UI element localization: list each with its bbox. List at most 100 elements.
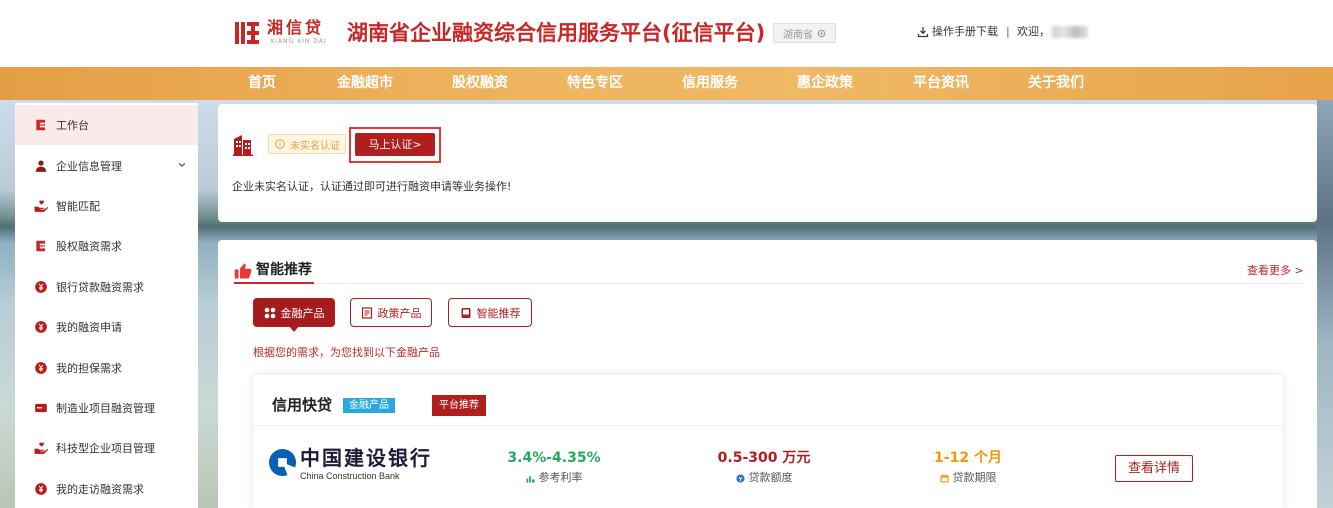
verification-card: 未实名认证 马上认证> 企业未实名认证，认证通过即可进行融资申请等业务操作! — [218, 104, 1317, 222]
metric-label-row: 参考利率 — [484, 471, 624, 485]
amount-icon — [735, 473, 745, 483]
site-title: 湖南省企业融资综合信用服务平台(征信平台) — [347, 21, 766, 45]
tablet-icon — [461, 307, 470, 318]
nav-item-special-zone[interactable]: 特色专区 — [567, 67, 623, 100]
sidebar-item-label: 股权融资需求 — [56, 240, 122, 254]
sidebar-item-workbench[interactable]: 工作台 — [15, 105, 198, 146]
chevron-down-icon[interactable] — [178, 161, 186, 169]
location-label: 湖南省 — [783, 29, 813, 41]
grid-icon — [264, 307, 275, 318]
recommend-hint: 根据您的需求，为您找到以下金融产品 — [253, 346, 440, 359]
nav-item-credit-service[interactable]: 信用服务 — [682, 67, 738, 100]
sidebar-item-my-applications[interactable]: 我的融资申请 — [15, 307, 198, 347]
user-icon — [35, 160, 47, 172]
section-title: 智能推荐 — [256, 262, 312, 278]
product-divider — [253, 425, 1283, 426]
location-selector[interactable]: 湖南省 — [773, 23, 836, 43]
sidebar-item-label: 企业信息管理 — [56, 159, 122, 173]
metric-label-row: 贷款期限 — [898, 471, 1038, 485]
sidebar-item-label: 我的融资申请 — [56, 321, 122, 335]
username-masked[interactable] — [1052, 26, 1088, 38]
yuan-circle-icon — [35, 321, 47, 333]
active-tab-pointer — [289, 326, 299, 332]
welcome-text: 欢迎， — [1017, 25, 1050, 38]
sidebar-item-company-info[interactable]: 企业信息管理 — [15, 145, 198, 185]
nav-item-news[interactable]: 平台资讯 — [913, 67, 969, 100]
sidebar-item-manufacturing-projects[interactable]: 制造业项目融资管理 — [15, 388, 198, 428]
tab-label: 金融产品 — [280, 306, 325, 320]
product-card[interactable]: 信用快贷 金融产品 平台推荐 中国建设银行 China Construction… — [253, 375, 1283, 508]
metric-label: 贷款期限 — [952, 471, 997, 484]
sidebar-item-my-guarantee[interactable]: 我的担保需求 — [15, 347, 198, 387]
product-type-badge: 金融产品 — [343, 398, 395, 413]
metric-label: 贷款额度 — [748, 471, 793, 484]
document-icon — [361, 306, 372, 319]
sidebar-item-equity-demand[interactable]: 股权融资需求 — [15, 226, 198, 266]
verify-now-button[interactable]: 马上认证> — [355, 133, 435, 156]
sidebar-item-label: 工作台 — [56, 119, 89, 133]
metric-loan-amount: 0.5-300 万元 贷款额度 — [694, 449, 834, 485]
logo-text[interactable]: 湘信贷 — [267, 19, 324, 37]
sidebar: 工作台 企业信息管理 智能匹配 股权融资需求 银行贷款融资需求 我的融资申请 我… — [15, 103, 198, 508]
main-nav: 首页 金融超市 股权融资 特色专区 信用服务 惠企政策 平台资讯 关于我们 — [0, 67, 1333, 100]
sidebar-item-label: 银行贷款融资需求 — [56, 280, 144, 294]
tab-smart-recommend[interactable]: 智能推荐 — [448, 298, 532, 327]
yuan-circle-icon — [35, 280, 47, 293]
smart-recommend-card: 智能推荐 查看更多 > 金融产品 政策产品 智能推荐 根据您的需求，为您找到以下… — [218, 240, 1317, 508]
logo-icon[interactable] — [233, 19, 261, 47]
tab-financial-products[interactable]: 金融产品 — [253, 298, 335, 327]
metric-label: 参考利率 — [538, 471, 583, 484]
metric-value: 0.5-300 万元 — [717, 450, 811, 466]
metric-value: 3.4%-4.35% — [507, 450, 601, 466]
metric-loan-term: 1-12 个月 贷款期限 — [898, 449, 1038, 485]
verification-message: 企业未实名认证，认证通过即可进行融资申请等业务操作! — [232, 180, 512, 193]
status-text: 未实名认证 — [290, 140, 340, 152]
bank-name-en: China Construction Bank — [300, 471, 400, 481]
ccb-logo-icon — [268, 448, 297, 477]
view-more-link[interactable]: 查看更多 > — [1247, 264, 1304, 278]
manual-download-link[interactable]: 操作手册下载 — [932, 25, 998, 39]
download-icon[interactable] — [917, 26, 929, 38]
sidebar-item-smart-match[interactable]: 智能匹配 — [15, 186, 198, 226]
platform-recommend-badge: 平台推荐 — [432, 395, 486, 416]
nav-item-about[interactable]: 关于我们 — [1028, 67, 1084, 100]
tab-label: 智能推荐 — [476, 306, 521, 320]
metric-value: 1-12 个月 — [934, 450, 1002, 466]
product-name[interactable]: 信用快贷 — [272, 396, 332, 414]
calendar-icon — [939, 473, 949, 483]
metric-label-row: 贷款额度 — [694, 471, 834, 485]
bank-name-cn: 中国建设银行 — [300, 446, 432, 470]
yuan-circle-icon — [35, 361, 47, 374]
sidebar-item-label: 制造业项目融资管理 — [56, 401, 155, 415]
sidebar-item-tech-projects[interactable]: 科技型企业项目管理 — [15, 428, 198, 468]
sidebar-item-label: 我的走访融资需求 — [56, 482, 144, 496]
sidebar-item-bank-loan-demand[interactable]: 银行贷款融资需求 — [15, 267, 198, 307]
thumbs-up-icon — [234, 263, 252, 279]
building-icon — [233, 135, 253, 156]
nav-item-home[interactable]: 首页 — [248, 67, 276, 100]
hand-heart-icon — [34, 442, 48, 455]
card-icon — [35, 403, 47, 413]
tab-label: 政策产品 — [377, 306, 422, 320]
workbench-icon — [36, 119, 46, 131]
yuan-circle-icon — [35, 482, 47, 495]
header-separator: | — [1006, 25, 1010, 38]
logo-subtext: XIANG XIN DAI — [270, 38, 327, 45]
nav-item-equity-financing[interactable]: 股权融资 — [452, 67, 508, 100]
section-divider — [234, 283, 1302, 284]
sidebar-item-label: 智能匹配 — [56, 199, 100, 213]
sidebar-item-visit-demand[interactable]: 我的走访融资需求 — [15, 469, 198, 508]
tab-policy-products[interactable]: 政策产品 — [350, 298, 432, 327]
metric-interest-rate: 3.4%-4.35% 参考利率 — [484, 449, 624, 485]
info-icon — [275, 139, 285, 149]
workbench-icon — [36, 241, 46, 252]
nav-item-finance-market[interactable]: 金融超市 — [337, 67, 393, 100]
hand-heart-icon — [34, 200, 48, 212]
location-pin-icon — [817, 29, 826, 37]
nav-item-policies[interactable]: 惠企政策 — [797, 67, 853, 100]
verification-status-badge: 未实名认证 — [268, 134, 346, 154]
view-details-button[interactable]: 查看详情 — [1115, 455, 1193, 482]
sidebar-item-label: 我的担保需求 — [56, 361, 122, 375]
section-title-underline — [234, 282, 314, 284]
sidebar-item-label: 科技型企业项目管理 — [56, 442, 155, 456]
